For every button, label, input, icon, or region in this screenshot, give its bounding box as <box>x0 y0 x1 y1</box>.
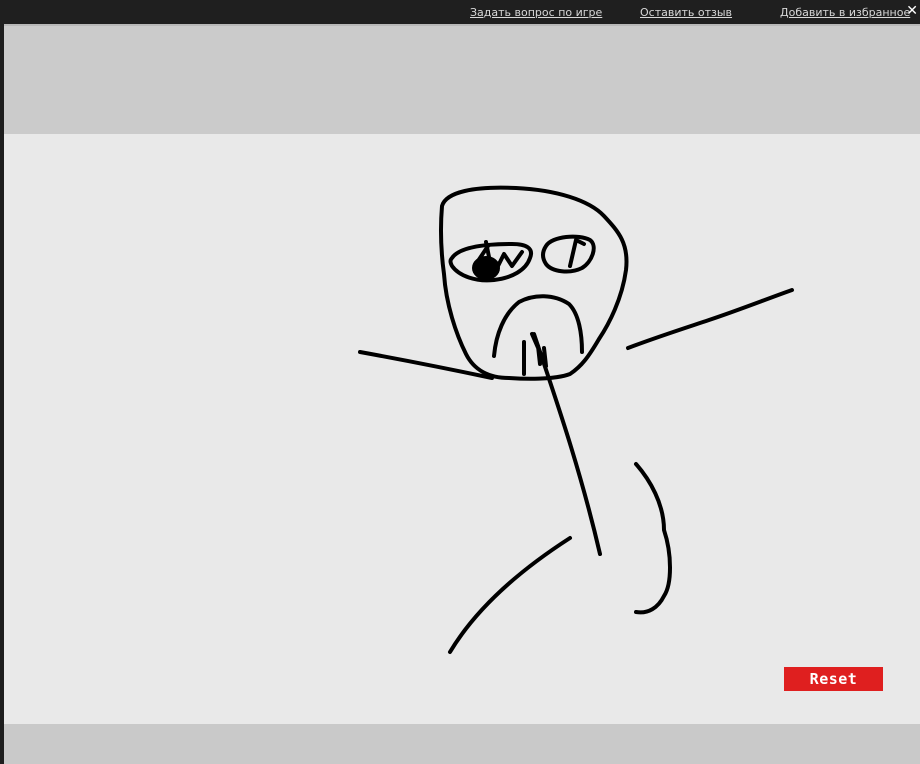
game-footer-band <box>4 724 920 764</box>
ask-question-link[interactable]: Задать вопрос по игре <box>470 6 602 19</box>
leave-review-link[interactable]: Оставить отзыв <box>640 6 732 19</box>
game-frame: Reset <box>4 24 920 764</box>
drawing-canvas[interactable]: Reset <box>4 134 920 724</box>
stroke-left-eye-pupil <box>472 256 500 280</box>
stroke-head-outline <box>438 185 629 381</box>
close-icon[interactable]: ✕ <box>906 3 918 19</box>
top-bar: Задать вопрос по игре Оставить отзыв Доб… <box>0 0 920 24</box>
game-header-band <box>4 24 920 134</box>
stroke-left-leg <box>448 536 572 654</box>
reset-button[interactable]: Reset <box>784 667 883 691</box>
add-favorite-link[interactable]: Добавить в избранное <box>780 6 910 19</box>
stroke-right-leg <box>634 462 672 615</box>
stroke-body <box>532 332 602 556</box>
stroke-right-eye-pupil <box>568 238 586 268</box>
stroke-right-arm <box>626 288 794 350</box>
drawing-strokes <box>358 185 794 654</box>
